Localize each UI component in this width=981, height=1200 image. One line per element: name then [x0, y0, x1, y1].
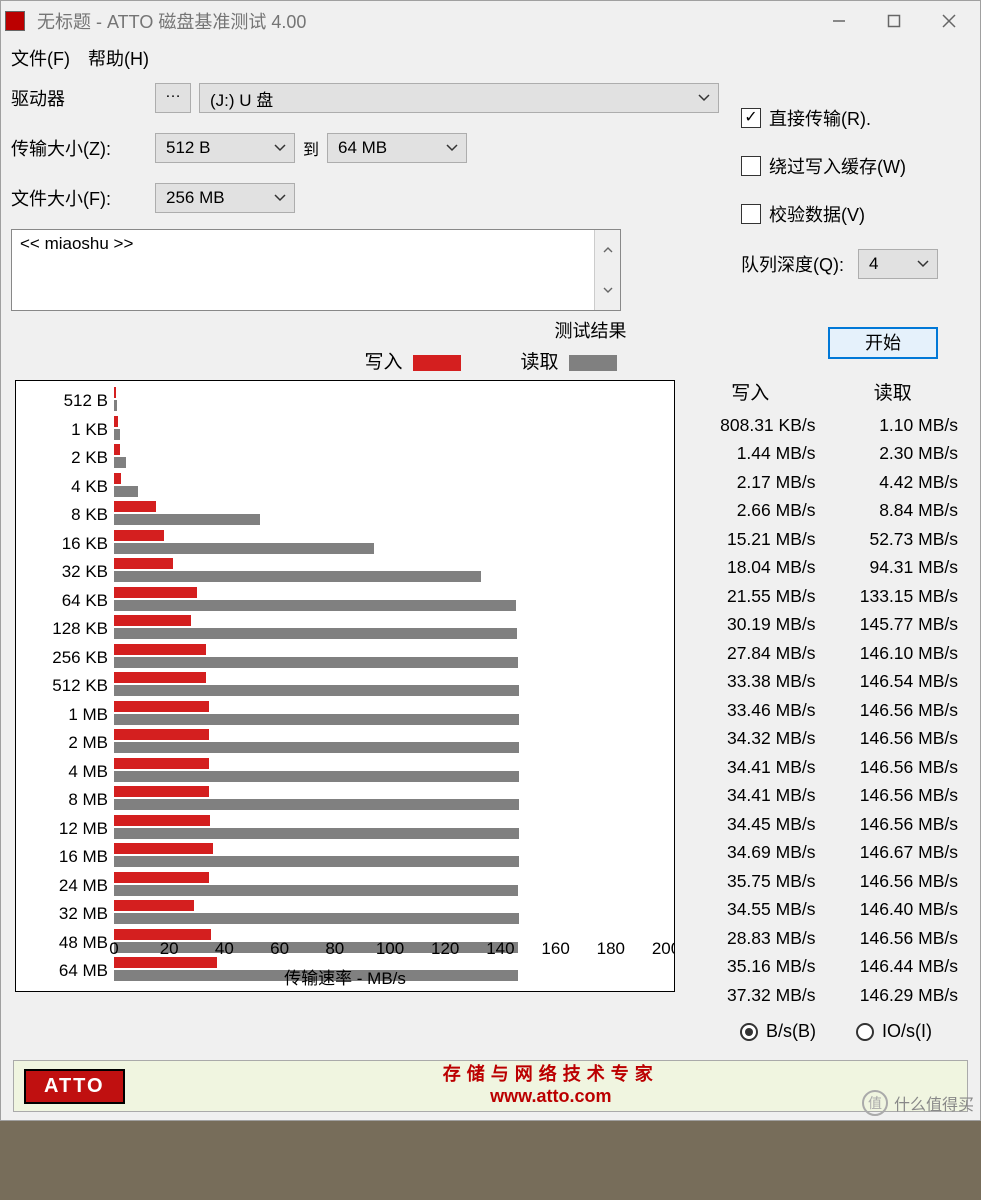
read-value: 146.10 MB/s: [828, 639, 959, 668]
write-value: 2.66 MB/s: [685, 496, 816, 525]
read-column-header: 读取: [828, 380, 959, 409]
atto-url[interactable]: www.atto.com: [135, 1086, 967, 1108]
read-value: 145.77 MB/s: [828, 610, 959, 639]
to-label: 到: [303, 136, 319, 160]
read-value: 146.56 MB/s: [828, 724, 959, 753]
footer-banner: ATTO 存储与网络技术专家 www.atto.com: [13, 1060, 968, 1112]
description-input[interactable]: << miaoshu >>: [11, 229, 621, 311]
read-value: 146.56 MB/s: [828, 753, 959, 782]
chevron-down-icon: [917, 260, 929, 268]
spinner-up-icon[interactable]: [595, 230, 620, 270]
chevron-down-icon: [274, 144, 286, 152]
minimize-button[interactable]: [811, 7, 866, 35]
read-value: 94.31 MB/s: [828, 553, 959, 582]
verify-data-checkbox[interactable]: 校验数据(V): [741, 201, 938, 227]
results-chart: 512 B1 KB2 KB4 KB8 KB16 KB32 KB64 KB128 …: [15, 380, 675, 992]
write-value: 28.83 MB/s: [685, 924, 816, 953]
write-value: 2.17 MB/s: [685, 468, 816, 497]
read-value: 133.15 MB/s: [828, 582, 959, 611]
write-value: 34.69 MB/s: [685, 838, 816, 867]
spinner-down-icon[interactable]: [595, 270, 620, 310]
chevron-down-icon: [446, 144, 458, 152]
write-value: 34.45 MB/s: [685, 810, 816, 839]
write-value: 21.55 MB/s: [685, 582, 816, 611]
transfer-size-from-select[interactable]: 512 B: [155, 133, 295, 163]
watermark-icon: 值: [862, 1090, 888, 1116]
write-value: 35.16 MB/s: [685, 952, 816, 981]
unit-ios-radio[interactable]: IO/s(I): [856, 1021, 932, 1042]
browse-drive-button[interactable]: …: [155, 83, 191, 113]
write-value: 33.46 MB/s: [685, 696, 816, 725]
watermark: 值 什么值得买: [862, 1090, 974, 1116]
read-value: 2.30 MB/s: [828, 439, 959, 468]
write-value: 37.32 MB/s: [685, 981, 816, 1010]
queue-depth-select[interactable]: 4: [858, 249, 938, 279]
read-value: 146.29 MB/s: [828, 981, 959, 1010]
drive-label: 驱动器: [11, 85, 155, 111]
read-value: 146.56 MB/s: [828, 696, 959, 725]
file-size-select[interactable]: 256 MB: [155, 183, 295, 213]
read-value: 146.40 MB/s: [828, 895, 959, 924]
write-value: 808.31 KB/s: [685, 411, 816, 440]
read-value: 8.84 MB/s: [828, 496, 959, 525]
drive-select[interactable]: (J:) U 盘: [199, 83, 719, 113]
write-value: 34.32 MB/s: [685, 724, 816, 753]
read-value: 146.56 MB/s: [828, 781, 959, 810]
read-value: 4.42 MB/s: [828, 468, 959, 497]
read-value: 146.56 MB/s: [828, 867, 959, 896]
drive-value: (J:) U 盘: [210, 86, 273, 111]
x-axis-label: 传输速率 - MB/s: [16, 964, 674, 989]
maximize-button[interactable]: [866, 7, 921, 35]
start-button[interactable]: 开始: [828, 327, 938, 359]
read-value: 146.56 MB/s: [828, 810, 959, 839]
read-value: 146.54 MB/s: [828, 667, 959, 696]
window-title: 无标题 - ATTO 磁盘基准测试 4.00: [31, 8, 811, 34]
title-bar: 无标题 - ATTO 磁盘基准测试 4.00: [1, 1, 980, 41]
chevron-down-icon: [698, 94, 710, 102]
write-value: 15.21 MB/s: [685, 525, 816, 554]
file-size-label: 文件大小(F):: [11, 185, 155, 211]
transfer-size-to-select[interactable]: 64 MB: [327, 133, 467, 163]
read-value: 52.73 MB/s: [828, 525, 959, 554]
write-value: 18.04 MB/s: [685, 553, 816, 582]
write-value: 34.41 MB/s: [685, 781, 816, 810]
atto-logo: ATTO: [24, 1069, 125, 1104]
chevron-down-icon: [274, 194, 286, 202]
write-column-header: 写入: [685, 380, 816, 409]
read-value: 146.56 MB/s: [828, 924, 959, 953]
write-value: 1.44 MB/s: [685, 439, 816, 468]
write-value: 30.19 MB/s: [685, 610, 816, 639]
write-value: 33.38 MB/s: [685, 667, 816, 696]
queue-depth-label: 队列深度(Q):: [741, 251, 844, 277]
bypass-cache-checkbox[interactable]: 绕过写入缓存(W): [741, 153, 938, 179]
write-value: 34.55 MB/s: [685, 895, 816, 924]
write-value: 27.84 MB/s: [685, 639, 816, 668]
app-icon: [5, 11, 25, 31]
direct-transfer-checkbox[interactable]: 直接传输(R).: [741, 105, 938, 131]
read-value: 146.44 MB/s: [828, 952, 959, 981]
write-value: 35.75 MB/s: [685, 867, 816, 896]
unit-bs-radio[interactable]: B/s(B): [740, 1021, 816, 1042]
write-value: 34.41 MB/s: [685, 753, 816, 782]
transfer-size-label: 传输大小(Z):: [11, 135, 155, 161]
menu-help[interactable]: 帮助(H): [88, 45, 149, 71]
menu-bar: 文件(F) 帮助(H): [1, 41, 980, 75]
close-button[interactable]: [921, 7, 976, 35]
menu-file[interactable]: 文件(F): [11, 45, 70, 71]
read-value: 146.67 MB/s: [828, 838, 959, 867]
read-value: 1.10 MB/s: [828, 411, 959, 440]
